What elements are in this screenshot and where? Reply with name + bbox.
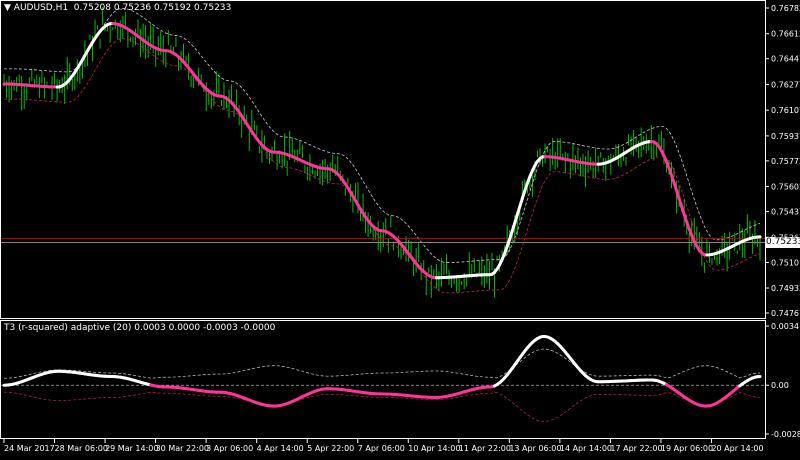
price-tick-label: 0.76107 (771, 106, 800, 115)
price-axis: 0.76782 0.76612 0.76447 0.76277 0.76107 0.759… (765, 4, 800, 318)
price-tick-label: 0.75602 (771, 183, 800, 192)
time-axis: 24 Mar 201728 Mar 06:0029 Mar 14:0030 Ma… (4, 439, 764, 453)
time-tick-label: 30 Mar 22:00 (156, 444, 209, 453)
time-tick-label: 14 Apr 14:00 (560, 444, 612, 453)
lower-band (4, 39, 760, 293)
price-tick-label: 0.75437 (771, 208, 800, 217)
time-tick-label: 5 Apr 22:00 (307, 444, 354, 453)
time-tick-label: 10 Apr 14:00 (408, 444, 460, 453)
candles-layer (4, 7, 760, 298)
time-tick-label: 17 Apr 22:00 (610, 444, 662, 453)
indicator-tick-label: 0.0034 (771, 322, 799, 331)
current-price-badge: 0.75233 (766, 237, 800, 248)
symbol-label: AUDUSD,H1 (14, 3, 68, 13)
price-tick-label: 0.74932 (771, 284, 800, 293)
price-tick-label: 0.76447 (771, 55, 800, 64)
time-tick-label: 13 Apr 06:00 (509, 444, 561, 453)
price-tick-label: 0.76612 (771, 30, 800, 39)
indicator-tick-label: 0.00 (771, 381, 789, 390)
time-tick-label: 11 Apr 22:00 (459, 444, 511, 453)
time-tick-label: 29 Mar 14:00 (105, 444, 158, 453)
price-tick-label: 0.75937 (771, 132, 800, 141)
chart-canvas[interactable]: 0.76782 0.76612 0.76447 0.76277 0.76107 0.759… (0, 0, 800, 456)
time-tick-label: 7 Apr 06:00 (358, 444, 405, 453)
time-tick-label: 28 Mar 06:00 (55, 444, 108, 453)
price-tick-label: 0.76277 (771, 80, 800, 89)
time-tick-label: 19 Apr 06:00 (661, 444, 713, 453)
indicator-lower-band (4, 392, 760, 421)
price-tick-label: 0.74767 (771, 309, 800, 318)
indicator-header: T3 (r-squared) adaptive (20) 0.0003 0.00… (4, 323, 275, 333)
symbol-header[interactable]: ▼ AUDUSD,H1 0.75208 0.75236 0.75192 0.75… (4, 3, 231, 13)
time-tick-label: 3 Apr 06:00 (206, 444, 253, 453)
price-tick-label: 0.75101 (771, 258, 800, 267)
indicator-axis: 0.0034 0.00 -0.0028 (765, 322, 800, 439)
time-tick-label: 24 Mar 2017 (4, 444, 55, 453)
price-panel-frame (1, 1, 766, 319)
time-tick-label: 4 Apr 14:00 (257, 444, 304, 453)
price-tick-label: 0.76782 (771, 4, 800, 13)
time-tick-label: 20 Apr 14:00 (711, 444, 763, 453)
bands-layer (1, 8, 765, 293)
indicator-upper-band (4, 349, 760, 378)
chart-window[interactable]: 0.76782 0.76612 0.76447 0.76277 0.76107 0.759… (0, 0, 800, 456)
ohlc-values: 0.75208 0.75236 0.75192 0.75233 (74, 3, 231, 13)
indicator-tick-label: -0.0028 (771, 430, 800, 439)
price-tick-label: 0.75772 (771, 157, 800, 166)
dropdown-triangle-icon[interactable]: ▼ (4, 3, 14, 13)
indicator-layer (1, 337, 765, 422)
